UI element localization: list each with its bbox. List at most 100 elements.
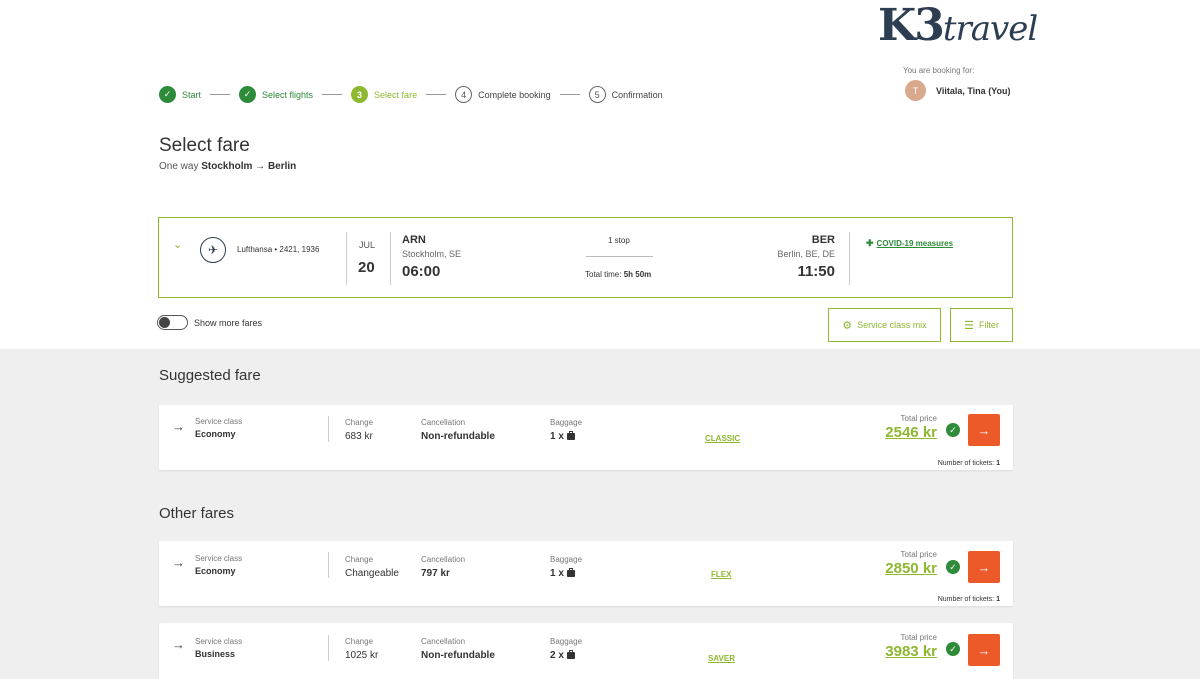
total-price-value[interactable]: 2546 kr <box>885 424 937 441</box>
fare-name-link[interactable]: SAVER <box>708 654 735 663</box>
filter-label: Filter <box>978 320 999 330</box>
fare-name-link[interactable]: CLASSIC <box>705 434 740 443</box>
filter-icon: ☰ <box>964 319 974 332</box>
check-icon: ✓ <box>159 86 176 103</box>
baggage-count: 1 x <box>550 431 564 442</box>
flight-card: ⌄ ✈ Lufthansa • 2421, 1936 JUL 20 ARN St… <box>158 217 1013 298</box>
airline-flight-numbers: Lufthansa • 2421, 1936 <box>237 245 320 254</box>
total-time: Total time: 5h 50m <box>585 270 651 279</box>
k3travel-logo[interactable]: K3travel <box>878 0 1038 51</box>
total-price-label: Total price <box>900 550 937 559</box>
step-select-fare: 3 Select fare <box>351 86 417 103</box>
arrival-city: Berlin, BE, DE <box>777 249 835 259</box>
gears-icon: ⚙ <box>842 319 853 332</box>
step-select-flights[interactable]: ✓ Select flights <box>239 86 313 103</box>
service-class-mix-button[interactable]: ⚙ Service class mix <box>828 308 941 342</box>
step-label: Select flights <box>262 89 314 100</box>
fare-name-link[interactable]: FLEX <box>711 570 731 579</box>
service-class-label: Service class <box>195 554 243 563</box>
tickets-value: 1 <box>996 460 1000 467</box>
fare-card-suggested[interactable]: → Service class Economy Change 683 kr Ca… <box>159 405 1013 470</box>
show-more-fares-toggle[interactable] <box>157 315 188 330</box>
baggage-count: 1 x <box>550 568 564 579</box>
flight-day: 20 <box>358 259 375 276</box>
step-number: 5 <box>588 86 606 103</box>
departure-city: Stockholm, SE <box>402 249 462 259</box>
departure-code: ARN <box>402 234 426 246</box>
show-more-fares-label: Show more fares <box>194 318 263 328</box>
user-profile[interactable]: T Viitala, Tina (You) <box>905 80 1011 101</box>
step-label: Select fare <box>374 89 418 100</box>
step-start[interactable]: ✓ Start <box>159 86 201 103</box>
fare-card[interactable]: → Service class Business Change 1025 kr … <box>159 623 1013 679</box>
step-separator <box>426 94 447 95</box>
number-of-tickets: Number of tickets: 1 <box>938 596 1000 603</box>
arrow-right-icon: → <box>172 419 185 434</box>
baggage-icon <box>566 568 575 577</box>
cancellation-label: Cancellation <box>421 418 466 427</box>
trip-summary: One way Stockholm → Berlin <box>159 161 296 172</box>
logo-k3: K3 <box>878 0 945 51</box>
step-separator <box>559 94 580 95</box>
change-label: Change <box>345 418 374 427</box>
divider <box>328 416 329 442</box>
fare-card[interactable]: → Service class Economy Change Changeabl… <box>159 541 1013 606</box>
service-class-value: Economy <box>195 429 236 439</box>
lufthansa-logo-icon: ✈ <box>200 237 226 263</box>
divider <box>346 232 347 285</box>
total-time-label: Total time: <box>585 270 622 279</box>
page-title: Select fare <box>159 135 250 156</box>
select-fare-button[interactable]: → <box>968 551 1000 583</box>
cancellation-value: Non-refundable <box>421 431 495 442</box>
total-price-value[interactable]: 3983 kr <box>885 643 937 660</box>
step-confirmation: 5 Confirmation <box>588 86 663 103</box>
total-price-label: Total price <box>900 633 937 642</box>
progress-steps: ✓ Start ✓ Select flights 3 Select fare 4… <box>159 86 663 103</box>
step-number: 3 <box>351 86 369 103</box>
destination: Berlin <box>267 161 297 172</box>
baggage-label: Baggage <box>550 555 583 564</box>
step-complete-booking: 4 Complete booking <box>455 86 551 103</box>
cancellation-value: Non-refundable <box>421 650 495 661</box>
cancellation-value: 797 kr <box>421 568 450 579</box>
total-price-label: Total price <box>900 414 937 423</box>
tickets-label: Number of tickets: <box>937 596 995 603</box>
baggage-icon <box>566 431 575 440</box>
toggle-knob <box>159 317 170 328</box>
total-price-value[interactable]: 2850 kr <box>885 560 937 577</box>
user-name: Viitala, Tina (You) <box>936 85 1011 96</box>
check-icon: ✓ <box>946 560 960 574</box>
booking-for-label: You are booking for: <box>903 66 975 75</box>
baggage-icon <box>566 650 575 659</box>
filter-button[interactable]: ☰ Filter <box>950 308 1013 342</box>
covid-measures-link[interactable]: ✚ COVID-19 measures <box>866 238 953 249</box>
baggage-value: 1 x <box>550 431 575 442</box>
select-fare-button[interactable]: → <box>968 634 1000 666</box>
step-label: Start <box>182 89 202 100</box>
check-icon: ✓ <box>946 423 960 437</box>
service-class-label: Service class <box>195 637 243 646</box>
origin: Stockholm <box>201 161 253 172</box>
divider <box>328 635 329 661</box>
service-class-mix-label: Service class mix <box>857 320 927 330</box>
tickets-value: 1 <box>996 596 1000 603</box>
tickets-label: Number of tickets: <box>937 460 995 467</box>
divider <box>390 232 391 285</box>
step-label: Confirmation <box>611 89 663 100</box>
arrival-code: BER <box>811 234 835 246</box>
service-class-label: Service class <box>195 417 243 426</box>
select-fare-button[interactable]: → <box>968 414 1000 446</box>
covid-label: COVID-19 measures <box>876 239 954 248</box>
logo-travel: travel <box>942 9 1038 49</box>
route-line <box>586 256 653 257</box>
arrival-time: 11:50 <box>797 263 835 280</box>
service-class-value: Economy <box>195 566 236 576</box>
shield-icon: ✚ <box>866 238 874 248</box>
baggage-value: 1 x <box>550 568 575 579</box>
avatar: T <box>905 80 926 101</box>
cancellation-label: Cancellation <box>421 637 466 646</box>
change-label: Change <box>345 637 374 646</box>
trip-type: One way <box>159 161 199 172</box>
stops-count: 1 stop <box>608 236 630 245</box>
chevron-down-icon[interactable]: ⌄ <box>173 238 182 251</box>
